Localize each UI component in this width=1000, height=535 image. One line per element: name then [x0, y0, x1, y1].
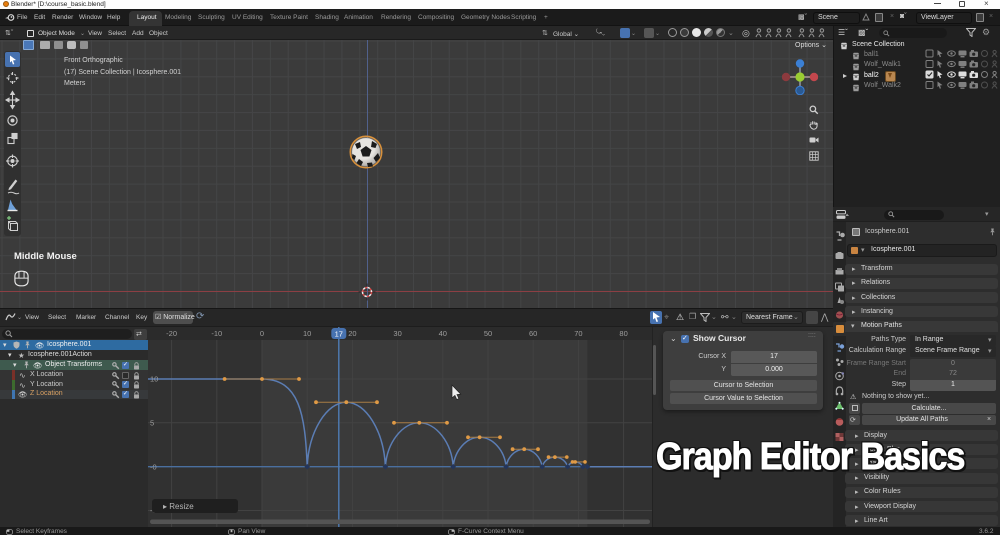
- svg-text:80: 80: [619, 329, 627, 338]
- svg-text:60: 60: [529, 329, 537, 338]
- svg-text:0: 0: [260, 329, 264, 338]
- svg-text:-0: -0: [150, 463, 157, 472]
- svg-text:-10: -10: [211, 329, 222, 338]
- svg-text:5: 5: [150, 419, 154, 428]
- svg-text:20: 20: [348, 329, 356, 338]
- svg-text:40: 40: [439, 329, 447, 338]
- svg-text:-20: -20: [166, 329, 177, 338]
- svg-text:30: 30: [393, 329, 401, 338]
- svg-text:10: 10: [150, 375, 158, 384]
- svg-text:▸ Resize: ▸ Resize: [163, 502, 194, 511]
- svg-text:17: 17: [335, 330, 343, 339]
- svg-text:70: 70: [574, 329, 582, 338]
- svg-text:10: 10: [303, 329, 311, 338]
- svg-text:50: 50: [484, 329, 492, 338]
